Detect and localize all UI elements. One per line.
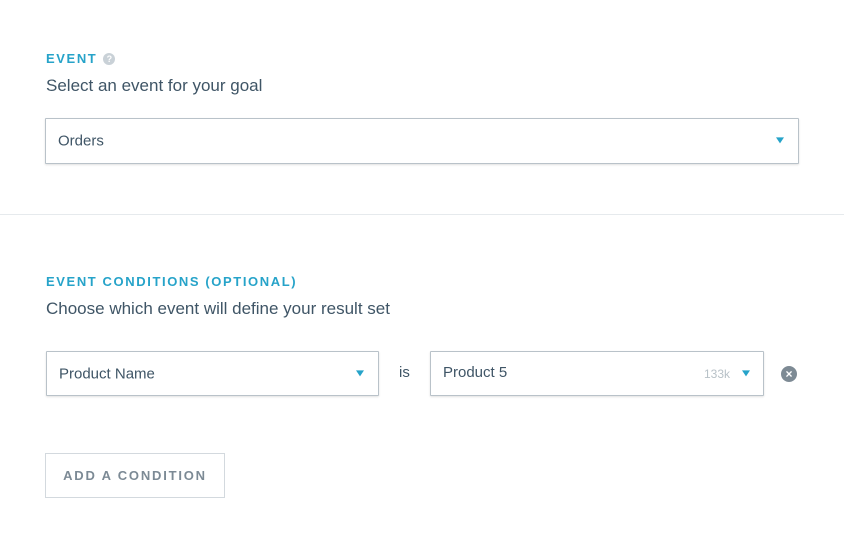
chevron-down-icon [356, 369, 364, 376]
conditions-section-subtitle: Choose which event will define your resu… [46, 299, 390, 318]
chevron-down-icon [776, 137, 784, 144]
property-select-value: Product Name [59, 365, 155, 382]
event-section-subtitle: Select an event for your goal [46, 76, 263, 95]
value-select[interactable]: Product 5 133k [430, 351, 764, 396]
value-select-value: Product 5 [443, 363, 508, 381]
conditions-section-label: EVENT CONDITIONS (OPTIONAL) [46, 274, 298, 289]
section-divider [0, 214, 844, 215]
add-condition-button[interactable]: ADD A CONDITION [45, 453, 225, 498]
remove-condition-icon[interactable]: × [781, 366, 797, 382]
value-count-badge: 133k [703, 366, 730, 381]
event-select-value: Orders [58, 132, 104, 150]
operator-label: is [399, 364, 410, 381]
property-select[interactable]: Product Name [46, 351, 379, 396]
event-label-text: EVENT [46, 51, 98, 66]
event-select[interactable]: Orders [45, 118, 799, 164]
event-section-label: EVENT? [46, 51, 116, 66]
help-icon[interactable]: ? [103, 53, 116, 65]
goal-event-form: EVENT? Select an event for your goal Ord… [0, 0, 844, 534]
chevron-down-icon [742, 369, 750, 376]
